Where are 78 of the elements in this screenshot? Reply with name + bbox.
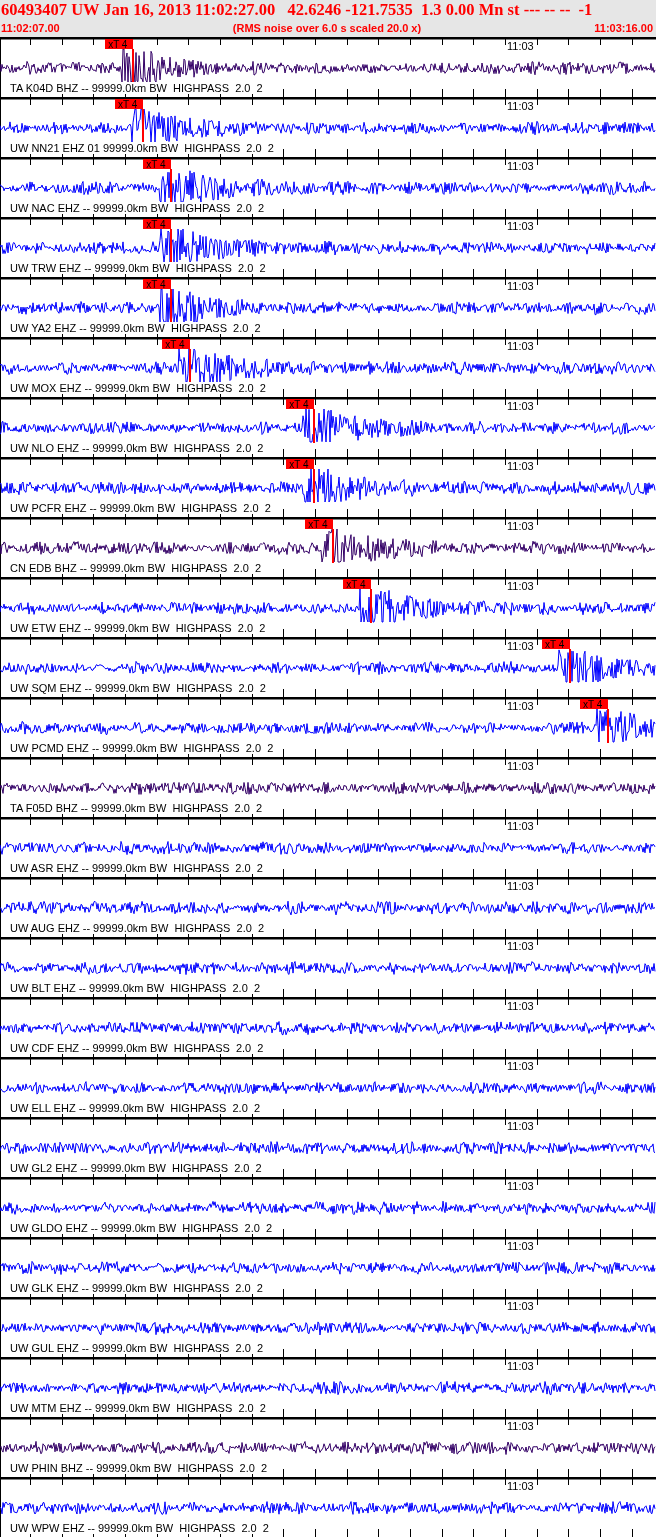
station-label: UW AUG EHZ -- 99999.0km BW HIGHPASS 2.0 2 xyxy=(10,922,265,934)
pick-line xyxy=(332,529,334,563)
station-label: UW BLT EHZ -- 99999.0km BW HIGHPASS 2.0 2 xyxy=(10,982,260,994)
end-time: 11:03:16.00 xyxy=(594,21,653,36)
station-label: UW NN21 EHZ 01 99999.0km BW HIGHPASS 2.0 2 xyxy=(10,142,274,154)
pick-line xyxy=(313,469,315,503)
time-label: 11:03 xyxy=(507,760,534,772)
time-label: 11:03 xyxy=(507,280,534,292)
time-label: 11:03 xyxy=(507,700,534,712)
station-label: UW YA2 EHZ -- 99999.0km BW HIGHPASS 2.0 2 xyxy=(10,322,261,334)
station-label: CN EDB BHZ -- 99999.0km BW HIGHPASS 2.0 2 xyxy=(10,562,262,574)
station-label: UW MTM EHZ -- 99999.0km BW HIGHPASS 2.0 2 xyxy=(10,1402,266,1414)
station-label: UW NAC EHZ -- 99999.0km BW HIGHPASS 2.0 2 xyxy=(10,202,265,214)
pick-line xyxy=(370,589,372,623)
station-label: UW CDF EHZ -- 99999.0km BW HIGHPASS 2.0 2 xyxy=(10,1042,264,1054)
station-label: UW WPW EHZ -- 99999.0km BW HIGHPASS 2.0 2 xyxy=(10,1522,269,1534)
time-label: 11:03 xyxy=(507,160,534,172)
pick-line xyxy=(132,49,134,83)
station-label: UW GLDO EHZ -- 99999.0km BW HIGHPASS 2.0 2 xyxy=(10,1222,273,1234)
pick-flag: xT 4 xyxy=(286,459,315,469)
pick-flag: xT 4 xyxy=(143,279,172,289)
time-label: 11:03 xyxy=(507,940,534,952)
pick-line xyxy=(189,349,191,383)
start-time: 11:02:07.00 xyxy=(1,21,60,36)
time-label: 11:03 xyxy=(507,1360,534,1372)
station-label: UW ASR EHZ -- 99999.0km BW HIGHPASS 2.0 2 xyxy=(10,862,263,874)
time-label: 11:03 xyxy=(507,340,534,352)
time-label: 11:03 xyxy=(507,1300,534,1312)
pick-flag: xT 4 xyxy=(343,579,372,589)
pick-flag: xT 4 xyxy=(542,639,571,649)
time-label: 11:03 xyxy=(507,1000,534,1012)
time-label: 11:03 xyxy=(507,820,534,832)
station-label: UW TRW EHZ -- 99999.0km BW HIGHPASS 2.0 2 xyxy=(10,262,266,274)
station-label: UW GL2 EHZ -- 99999.0km BW HIGHPASS 2.0 2 xyxy=(10,1162,262,1174)
station-label: UW ETW EHZ -- 99999.0km BW HIGHPASS 2.0 2 xyxy=(10,622,266,634)
time-label: 11:03 xyxy=(507,1480,534,1492)
station-label: UW ELL EHZ -- 99999.0km BW HIGHPASS 2.0 2 xyxy=(10,1102,261,1114)
pick-flag: xT 4 xyxy=(305,519,334,529)
time-label: 11:03 xyxy=(507,1240,534,1252)
station-label: UW NLO EHZ -- 99999.0km BW HIGHPASS 2.0 2 xyxy=(10,442,264,454)
station-label: UW PCMD EHZ -- 99999.0km BW HIGHPASS 2.0 2 xyxy=(10,742,274,754)
time-label: 11:03 xyxy=(507,1060,534,1072)
pick-line xyxy=(569,649,571,683)
station-label: UW GLK EHZ -- 99999.0km BW HIGHPASS 2.0 2 xyxy=(10,1282,263,1294)
pick-flag: xT 4 xyxy=(580,699,609,709)
time-label: 11:03 xyxy=(507,460,534,472)
time-label: 11:03 xyxy=(507,580,534,592)
pick-line xyxy=(142,109,144,143)
time-label: 11:03 xyxy=(507,880,534,892)
time-label: 11:03 xyxy=(507,640,534,652)
pick-line xyxy=(170,169,172,203)
pick-flag: xT 4 xyxy=(162,339,191,349)
pick-flag: xT 4 xyxy=(143,219,172,229)
time-label: 11:03 xyxy=(507,1420,534,1432)
pick-flag: xT 4 xyxy=(286,399,315,409)
pick-line xyxy=(313,409,315,443)
time-label: 11:03 xyxy=(507,400,534,412)
station-label: UW GUL EHZ -- 99999.0km BW HIGHPASS 2.0 2 xyxy=(10,1342,264,1354)
time-label: 11:03 xyxy=(507,520,534,532)
pick-flag: xT 4 xyxy=(143,159,172,169)
event-summary: 60493407 UW Jan 16, 2013 11:02:27.00 42.6246 -121.7535 1.3 0.00 Mn st --- -- -- -1 xyxy=(0,0,594,20)
time-label: 11:03 xyxy=(507,100,534,112)
pick-line xyxy=(170,289,172,323)
pick-line xyxy=(607,709,609,743)
station-label: TA K04D BHZ -- 99999.0km BW HIGHPASS 2.0 2 xyxy=(10,82,263,94)
pick-flag: xT 4 xyxy=(105,39,134,49)
pick-line xyxy=(170,229,172,263)
pick-flag: xT 4 xyxy=(115,99,143,109)
time-label: 11:03 xyxy=(507,1120,534,1132)
station-label: UW PCFR EHZ -- 99999.0km BW HIGHPASS 2.0 2 xyxy=(10,502,271,514)
station-label: UW MOX EHZ -- 99999.0km BW HIGHPASS 2.0 2 xyxy=(10,382,266,394)
noise-caption: (RMS noise over 6.0 s scaled 20.0 x) xyxy=(232,21,422,36)
time-label: 11:03 xyxy=(507,220,534,232)
station-label: UW PHIN BHZ -- 99999.0km BW HIGHPASS 2.0 2 xyxy=(10,1462,268,1474)
station-label: TA F05D BHZ -- 99999.0km BW HIGHPASS 2.0 2 xyxy=(10,802,263,814)
time-label: 11:03 xyxy=(507,40,534,52)
station-label: UW SQM EHZ -- 99999.0km BW HIGHPASS 2.0 2 xyxy=(10,682,266,694)
time-label: 11:03 xyxy=(507,1180,534,1192)
